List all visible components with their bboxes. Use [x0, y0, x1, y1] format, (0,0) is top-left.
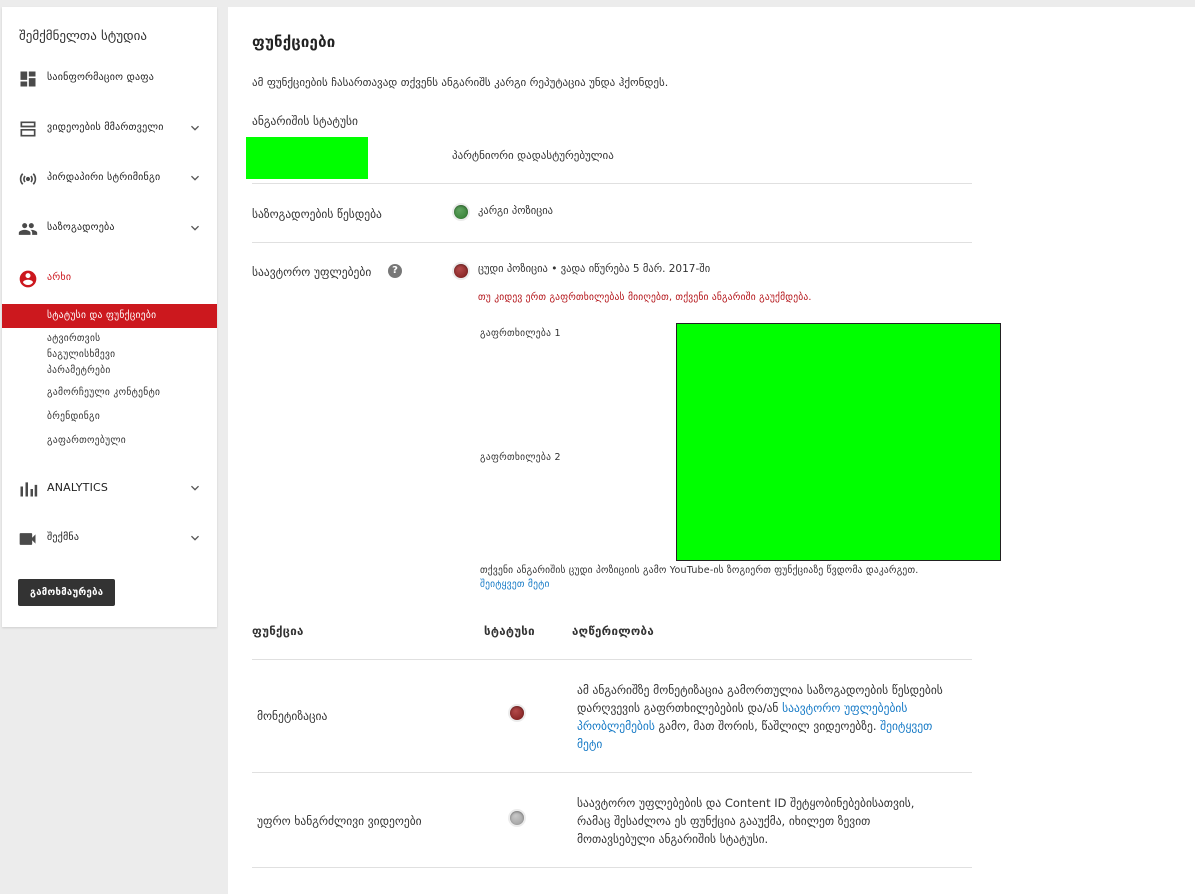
divider [252, 867, 972, 868]
sidebar-item-label: საინფორმაციო დაფა [47, 72, 154, 83]
sidebar-item-label: ვიდეოების მმართველი [47, 122, 164, 133]
intro-text: ამ ფუნქციების ჩასართავად თქვენს ანგარიშს… [252, 76, 669, 89]
copyright-status: ცუდი პოზიცია • ვადა იწურება 5 მარ. 2017-… [478, 263, 711, 275]
sidebar-subitem-branding[interactable]: ბრენდინგი [47, 409, 100, 425]
copyright-label: საავტორო უფლებები [252, 265, 372, 279]
chevron-down-icon[interactable] [187, 220, 203, 236]
sidebar-item-analytics[interactable]: ANALYTICS [2, 474, 217, 504]
feature-name: მონეტიზაცია [257, 709, 328, 723]
sidebar-item-live-streaming[interactable]: პირდაპირი სტრიმინგი [2, 164, 217, 194]
sidebar-item-label: არხი [47, 272, 72, 283]
channel-icon [18, 269, 38, 289]
strike-2-label: გაფრთხილება 2 [480, 452, 561, 463]
table-header-status: სტატუსი [484, 624, 535, 638]
community-guidelines-label: საზოგადოების წესდება [252, 207, 382, 221]
account-status-label: ანგარიშის სტატუსი [252, 114, 358, 128]
chevron-down-icon[interactable] [187, 170, 203, 186]
learn-more-link[interactable]: შეიტყვეთ მეტი [480, 579, 550, 590]
chevron-down-icon[interactable] [187, 530, 203, 546]
analytics-icon [18, 479, 38, 499]
sidebar: შემქმნელთა სტუდია საინფორმაციო დაფა ვიდე… [2, 7, 217, 627]
sidebar-item-dashboard[interactable]: საინფორმაციო დაფა [2, 64, 217, 94]
chevron-down-icon[interactable] [187, 120, 203, 136]
community-status: კარგი პოზიცია [478, 205, 553, 217]
sidebar-item-label: პირდაპირი სტრიმინგი [47, 172, 161, 183]
redacted-image [676, 323, 1001, 561]
sidebar-subitem-label: სტატუსი და ფუნქციები [47, 310, 157, 321]
feature-description: საავტორო უფლებების და Content ID შეტყობი… [577, 796, 915, 846]
partner-status: პარტნიორი დადასტურებულია [452, 149, 614, 162]
status-dot-red [454, 264, 468, 278]
note-text: თქვენი ანგარიშის ცუდი პოზიციის გამო YouT… [480, 565, 919, 576]
termination-warning: თუ კიდევ ერთ გაფრთხილებას მიიღებთ, თქვენ… [478, 292, 812, 303]
page-title: ფუნქციები [252, 33, 336, 51]
sidebar-item-label: ANALYTICS [47, 481, 109, 494]
sidebar-item-community[interactable]: საზოგადოება [2, 214, 217, 244]
sidebar-item-label: შექმნა [47, 532, 80, 543]
create-icon [18, 529, 38, 549]
sidebar-subitem-status-features[interactable]: სტატუსი და ფუნქციები [2, 304, 217, 328]
live-streaming-icon [18, 169, 38, 189]
divider [252, 772, 972, 773]
status-dot-gray [510, 811, 524, 825]
feature-name: უფრო ხანგრძლივი ვიდეოები [257, 814, 422, 828]
sidebar-item-channel[interactable]: არხი [2, 264, 217, 294]
sidebar-subitem-label: ატვირთვის [47, 333, 101, 344]
feature-description: ამ ანგარიშზე მონეტიზაცია გამორთულია საზო… [577, 681, 947, 753]
sidebar-subitem-advanced[interactable]: გაფართოებული [47, 433, 126, 449]
divider [252, 242, 972, 243]
sidebar-item-label: საზოგადოება [47, 222, 115, 233]
divider [252, 659, 972, 660]
sidebar-subitem-upload-defaults[interactable]: ატვირთვის ნაგულისხმევი პარამეტრები [47, 331, 115, 379]
sidebar-subitem-label: ნაგულისხმევი [47, 349, 116, 360]
community-icon [18, 219, 38, 239]
studio-title: შემქმნელთა სტუდია [19, 29, 148, 44]
sidebar-item-create[interactable]: შექმნა [2, 524, 217, 554]
bad-standing-note: თქვენი ანგარიშის ცუდი პოზიციის გამო YouT… [480, 564, 940, 592]
table-header-feature: ფუნქცია [252, 624, 304, 638]
help-icon[interactable]: ? [388, 264, 402, 278]
dashboard-icon [18, 69, 38, 89]
redacted-image [246, 137, 368, 179]
sidebar-item-video-manager[interactable]: ვიდეოების მმართველი [2, 114, 217, 144]
status-dot-green [454, 205, 468, 219]
description-text: გამო, მათ შორის, წაშლილ ვიდეოებზე. [654, 719, 881, 733]
sidebar-subitem-label: პარამეტრები [47, 365, 111, 376]
status-dot-red [510, 706, 524, 720]
video-manager-icon [18, 119, 38, 139]
strike-1-label: გაფრთხილება 1 [480, 328, 561, 339]
sidebar-subitem-featured-content[interactable]: გამორჩეული კონტენტი [47, 385, 160, 401]
feedback-button[interactable]: გამოხმაურება [18, 579, 116, 606]
table-header-description: აღწერილობა [572, 624, 654, 638]
chevron-down-icon[interactable] [187, 480, 203, 496]
main-content: ფუნქციები ამ ფუნქციების ჩასართავად თქვენ… [228, 7, 1195, 894]
divider [252, 183, 972, 184]
